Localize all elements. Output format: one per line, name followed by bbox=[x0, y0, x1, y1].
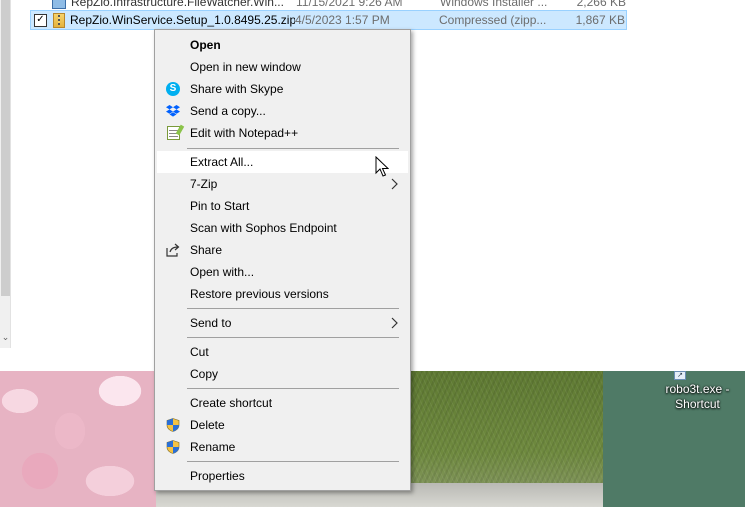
file-name: RepZio.Infrastructure.FileWatcher.Win... bbox=[71, 0, 284, 9]
menu-item-share-skype[interactable]: S Share with Skype bbox=[157, 78, 408, 100]
installer-file-icon bbox=[52, 0, 66, 9]
shortcut-arrow-icon: ↗ bbox=[674, 371, 686, 380]
mouse-pointer-icon bbox=[375, 156, 389, 177]
file-date: 11/15/2021 9:26 AM bbox=[296, 0, 403, 9]
menu-separator bbox=[187, 337, 399, 338]
menu-separator bbox=[187, 388, 399, 389]
chevron-right-icon bbox=[391, 317, 398, 329]
wallpaper-photo bbox=[0, 371, 156, 507]
menu-item-share[interactable]: Share bbox=[157, 239, 408, 261]
shortcut-label: robo3t.exe - bbox=[665, 382, 730, 396]
context-menu: Open Open in new window S Share with Sky… bbox=[154, 29, 411, 491]
file-date: 4/5/2023 1:57 PM bbox=[295, 13, 390, 27]
skype-icon: S bbox=[166, 82, 180, 96]
file-size: 2,266 KB bbox=[576, 0, 626, 9]
file-size: 1,867 KB bbox=[575, 13, 625, 27]
row-checkbox[interactable]: ✓ bbox=[34, 13, 47, 27]
zip-folder-icon bbox=[53, 12, 65, 28]
menu-separator bbox=[187, 461, 399, 462]
menu-item-delete[interactable]: Delete bbox=[157, 414, 408, 436]
uac-shield-icon bbox=[166, 440, 180, 454]
file-type: Compressed (zipp... bbox=[439, 13, 547, 27]
menu-item-extract-all[interactable]: Extract All... bbox=[157, 151, 408, 173]
menu-item-create-shortcut[interactable]: Create shortcut bbox=[157, 392, 408, 414]
menu-separator bbox=[187, 148, 399, 149]
menu-item-open-with[interactable]: Open with... bbox=[157, 261, 408, 283]
desktop-shortcut-robo3t[interactable]: ↗ robo3t.exe - Shortcut bbox=[650, 371, 745, 412]
file-name: RepZio.WinService.Setup_1.0.8495.25.zip bbox=[70, 13, 295, 27]
selected-file-row[interactable]: ✓ RepZio.WinService.Setup_1.0.8495.25.zi… bbox=[30, 10, 627, 30]
dropbox-icon bbox=[166, 104, 180, 118]
menu-item-scan-sophos[interactable]: Scan with Sophos Endpoint bbox=[157, 217, 408, 239]
share-icon bbox=[166, 243, 180, 257]
menu-item-cut[interactable]: Cut bbox=[157, 341, 408, 363]
menu-item-rename[interactable]: Rename bbox=[157, 436, 408, 458]
uac-shield-icon bbox=[166, 418, 180, 432]
menu-separator bbox=[187, 308, 399, 309]
menu-item-open[interactable]: Open bbox=[157, 34, 408, 56]
menu-item-pin-to-start[interactable]: Pin to Start bbox=[157, 195, 408, 217]
menu-item-edit-notepad[interactable]: Edit with Notepad++ bbox=[157, 122, 408, 144]
shortcut-label: Shortcut bbox=[675, 397, 720, 411]
menu-item-7zip[interactable]: 7-Zip bbox=[157, 173, 408, 195]
vertical-scrollbar[interactable]: ⌄ bbox=[0, 0, 11, 348]
menu-item-send-to[interactable]: Send to bbox=[157, 312, 408, 334]
notepad-plus-plus-icon bbox=[166, 126, 180, 140]
menu-item-copy[interactable]: Copy bbox=[157, 363, 408, 385]
menu-item-send-copy[interactable]: Send a copy... bbox=[157, 100, 408, 122]
scrollbar-thumb[interactable] bbox=[1, 0, 10, 296]
menu-item-open-new-window[interactable]: Open in new window bbox=[157, 56, 408, 78]
file-type: Windows Installer ... bbox=[440, 0, 548, 9]
chevron-right-icon bbox=[391, 178, 398, 190]
menu-item-restore-versions[interactable]: Restore previous versions bbox=[157, 283, 408, 305]
scroll-down-arrow-icon[interactable]: ⌄ bbox=[0, 330, 11, 344]
menu-item-properties[interactable]: Properties bbox=[157, 465, 408, 487]
